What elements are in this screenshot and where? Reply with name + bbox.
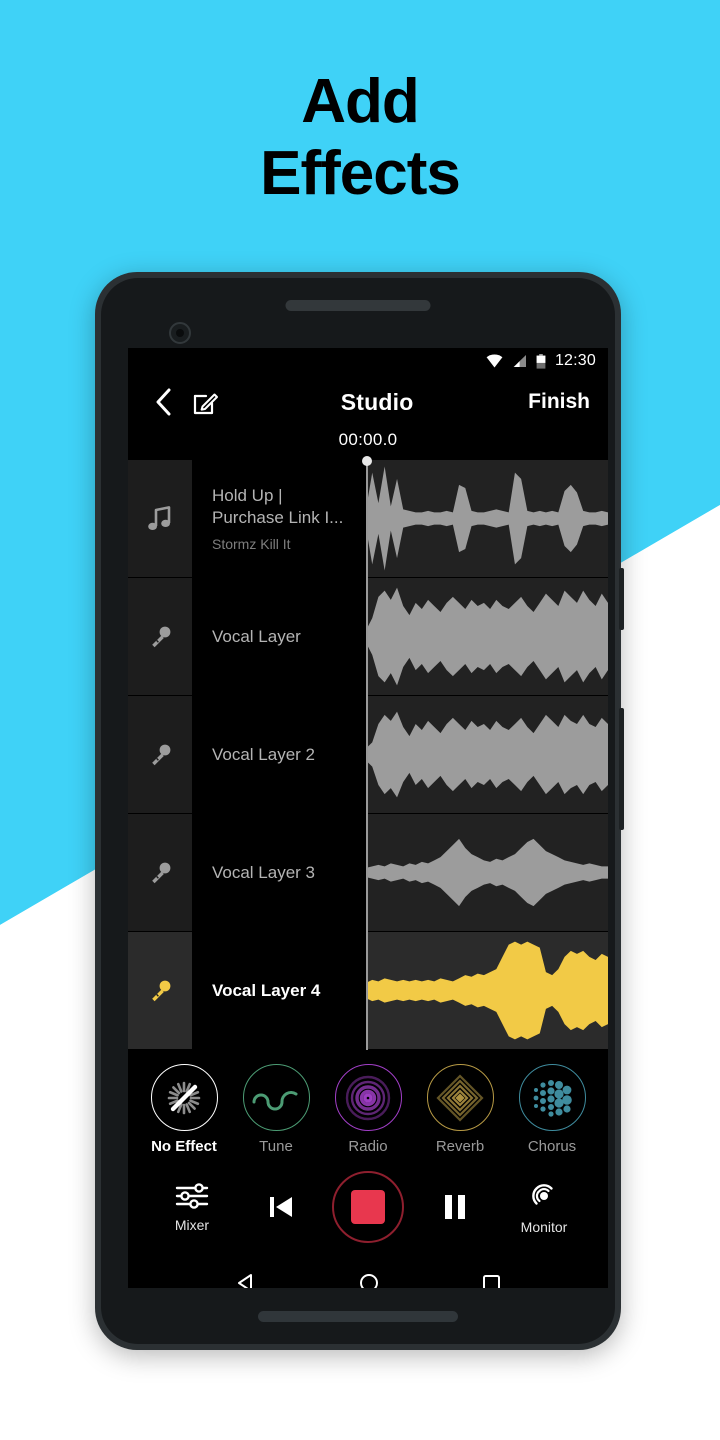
power-button[interactable] bbox=[619, 568, 624, 630]
effect-circle[interactable] bbox=[518, 1064, 586, 1131]
track-row[interactable]: Vocal Layer bbox=[128, 578, 608, 696]
timecode-display: 00:00.0 bbox=[128, 430, 608, 460]
track-waveform[interactable] bbox=[366, 460, 608, 577]
no-effect-starburst-icon bbox=[167, 1081, 201, 1114]
promo-heading-line-2: Effects bbox=[260, 138, 461, 208]
effect-item-tune[interactable]: Tune bbox=[234, 1064, 318, 1155]
back-button[interactable] bbox=[146, 388, 180, 416]
finish-button[interactable]: Finish bbox=[528, 390, 590, 414]
track-label-cell[interactable]: Vocal Layer 3 bbox=[192, 814, 366, 931]
promo-heading: Add Effects bbox=[0, 66, 720, 210]
track-title: Vocal Layer 2 bbox=[212, 744, 316, 764]
track-row[interactable]: Hold Up | Purchase Link I... Stormz Kill … bbox=[128, 460, 608, 578]
effect-circle[interactable] bbox=[150, 1064, 218, 1131]
rewind-button[interactable] bbox=[243, 1191, 319, 1223]
effect-circle[interactable] bbox=[334, 1064, 402, 1131]
chorus-dots-icon bbox=[533, 1079, 572, 1117]
android-nav-bar bbox=[128, 1255, 608, 1288]
microphone-icon bbox=[152, 862, 171, 883]
bottom-speaker-grille bbox=[258, 1311, 458, 1322]
app-screen: 12:30 Studio Finish 00:00.0 Hold Up | Pu… bbox=[128, 348, 608, 1288]
track-type-icon-cell[interactable] bbox=[128, 460, 192, 577]
record-stop-button[interactable] bbox=[332, 1171, 404, 1243]
edit-button[interactable] bbox=[186, 389, 226, 415]
page-title: Studio bbox=[340, 388, 414, 415]
track-title: Vocal Layer bbox=[212, 626, 301, 646]
track-label-cell[interactable]: Vocal Layer 4 bbox=[192, 932, 366, 1049]
microphone-icon bbox=[152, 626, 171, 647]
phone-device-frame: 12:30 Studio Finish 00:00.0 Hold Up | Pu… bbox=[95, 272, 624, 1350]
front-camera-icon bbox=[169, 322, 191, 344]
track-waveform[interactable] bbox=[366, 932, 608, 1049]
radio-rings-icon bbox=[345, 1075, 391, 1120]
volume-button[interactable] bbox=[619, 708, 624, 830]
reverb-diamonds-icon bbox=[436, 1073, 484, 1122]
edit-pencil-icon bbox=[193, 393, 218, 415]
track-waveform[interactable] bbox=[366, 578, 608, 695]
effects-carousel[interactable]: No Effect Tune Radio Reverb Chorus bbox=[128, 1050, 608, 1163]
android-recents-square-icon[interactable] bbox=[481, 1273, 502, 1289]
monitor-button[interactable]: Monitor bbox=[506, 1179, 582, 1235]
track-label-cell[interactable]: Vocal Layer 2 bbox=[192, 696, 366, 813]
mixer-label: Mixer bbox=[174, 1217, 210, 1233]
track-type-icon-cell[interactable] bbox=[128, 932, 192, 1049]
track-type-icon-cell[interactable] bbox=[128, 814, 192, 931]
effect-label: Radio bbox=[348, 1138, 388, 1155]
pause-button[interactable] bbox=[417, 1191, 493, 1223]
effect-circle[interactable] bbox=[426, 1064, 494, 1131]
music-note-icon bbox=[148, 505, 171, 530]
effect-item-radio[interactable]: Radio bbox=[326, 1064, 410, 1155]
track-type-icon-cell[interactable] bbox=[128, 696, 192, 813]
microphone-icon bbox=[152, 744, 171, 765]
effect-label: Tune bbox=[259, 1138, 293, 1155]
track-row[interactable]: Vocal Layer 2 bbox=[128, 696, 608, 814]
status-bar-clock: 12:30 bbox=[554, 352, 596, 369]
app-bar: Studio Finish bbox=[128, 374, 608, 430]
android-home-circle-icon[interactable] bbox=[358, 1272, 380, 1288]
effect-item-chorus[interactable]: Chorus bbox=[510, 1064, 594, 1155]
android-back-triangle-icon[interactable] bbox=[235, 1272, 257, 1288]
microphone-icon bbox=[152, 980, 171, 1001]
earpiece-speaker bbox=[285, 300, 431, 311]
track-row[interactable]: Vocal Layer 3 bbox=[128, 814, 608, 932]
track-list[interactable]: Hold Up | Purchase Link I... Stormz Kill … bbox=[128, 456, 608, 1050]
monitor-label: Monitor bbox=[520, 1219, 568, 1235]
skip-to-start-icon bbox=[270, 1197, 292, 1217]
track-label-cell[interactable]: Hold Up | Purchase Link I... Stormz Kill … bbox=[192, 460, 366, 577]
transport-bar: Mixer Monitor bbox=[128, 1163, 608, 1255]
effect-label: No Effect bbox=[151, 1138, 217, 1155]
effect-item-reverb[interactable]: Reverb bbox=[418, 1064, 502, 1155]
monitor-headphone-icon bbox=[532, 1184, 553, 1205]
cellular-signal-icon bbox=[513, 355, 526, 367]
track-label-cell[interactable]: Vocal Layer bbox=[192, 578, 366, 695]
effect-label: Reverb bbox=[435, 1138, 485, 1155]
track-subtitle: Stormz Kill It bbox=[212, 535, 291, 552]
mixer-button[interactable]: Mixer bbox=[154, 1181, 230, 1233]
effect-label: Chorus bbox=[527, 1138, 577, 1155]
track-type-icon-cell[interactable] bbox=[128, 578, 192, 695]
track-title: Vocal Layer 4 bbox=[212, 980, 321, 1000]
track-waveform[interactable] bbox=[366, 814, 608, 931]
track-title: Vocal Layer 3 bbox=[212, 862, 316, 882]
status-bar: 12:30 bbox=[128, 348, 608, 374]
effect-item-no-effect[interactable]: No Effect bbox=[142, 1064, 226, 1155]
phone-screen-bezel: 12:30 Studio Finish 00:00.0 Hold Up | Pu… bbox=[101, 278, 615, 1344]
sliders-icon bbox=[175, 1183, 209, 1209]
track-waveform[interactable] bbox=[366, 696, 608, 813]
pause-icon bbox=[445, 1195, 465, 1219]
wifi-icon bbox=[486, 354, 503, 368]
chevron-left-icon bbox=[156, 388, 170, 416]
tune-wave-icon bbox=[252, 1090, 298, 1110]
battery-icon bbox=[536, 353, 546, 369]
effect-circle[interactable] bbox=[242, 1064, 310, 1131]
stop-square-icon bbox=[351, 1190, 385, 1224]
track-row[interactable]: Vocal Layer 4 bbox=[128, 932, 608, 1050]
track-title: Hold Up | Purchase Link I... bbox=[212, 486, 344, 527]
promo-heading-line-1: Add bbox=[301, 67, 420, 136]
